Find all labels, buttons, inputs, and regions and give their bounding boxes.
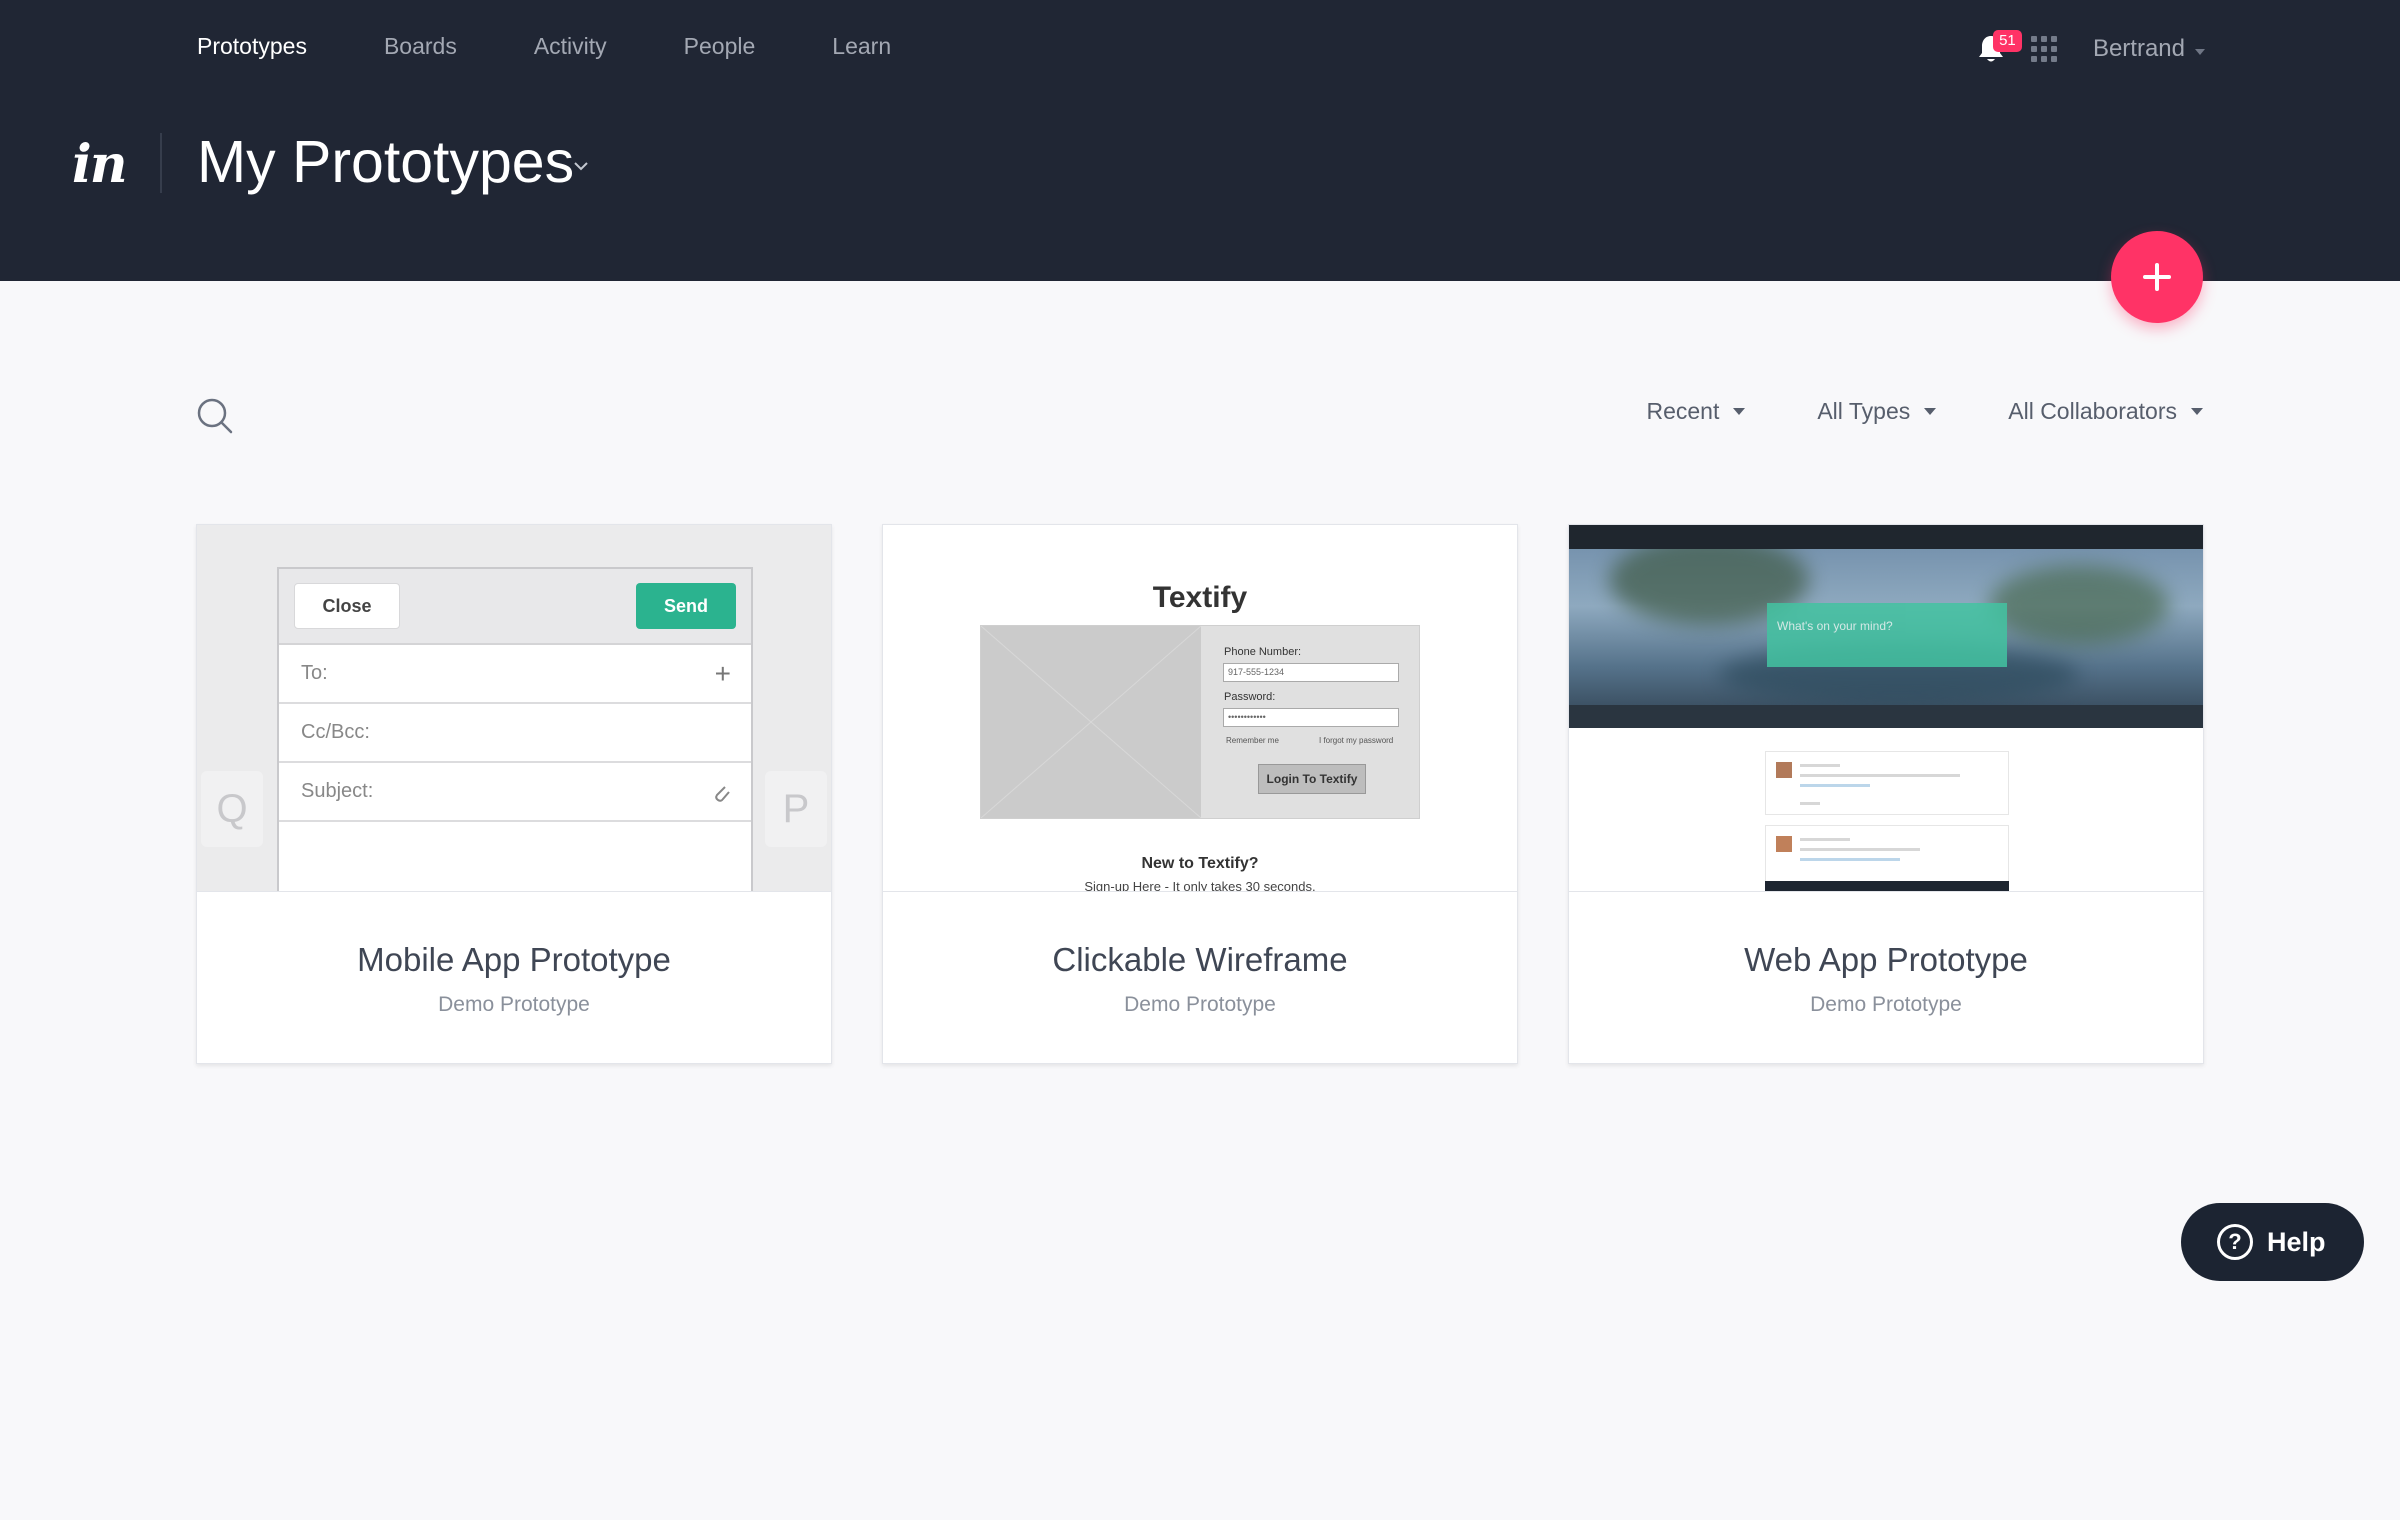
caret-down-icon <box>1733 408 1746 415</box>
preview-close-button: Close <box>294 583 400 629</box>
filter-label: All Types <box>1817 398 1911 424</box>
search-icon[interactable] <box>195 396 235 436</box>
card-title: Web App Prototype <box>1744 941 2028 978</box>
type-filter-dropdown[interactable]: All Types <box>1817 398 1937 425</box>
preview-heading: Textify <box>1152 581 1248 614</box>
caret-down-icon <box>1924 408 1937 415</box>
caret-down-icon <box>2191 408 2203 415</box>
prototype-card-mobile-app[interactable]: Q P Close Send To: + Cc/Bcc: Subject: Mob… <box>196 524 832 1064</box>
nav-item-boards[interactable]: Boards <box>384 33 457 60</box>
notification-count-badge: 51 <box>1992 30 2022 52</box>
user-name: Bertrand <box>2092 35 2185 62</box>
card-subtitle: Demo Prototype <box>1810 993 1962 1016</box>
help-button[interactable]: ? Help <box>2181 1203 2364 1281</box>
nav-item-learn[interactable]: Learn <box>832 33 891 60</box>
chevron-down-icon <box>2195 48 2205 55</box>
web-post-box: What's on your mind? <box>1767 603 2007 667</box>
filter-bar: Recent All Types All Collaborators <box>1574 398 2203 425</box>
user-menu[interactable]: Bertrand <box>2093 35 2205 63</box>
wireframe-login-box: Phone Number: 917-555-1234 Password: •••… <box>980 625 1420 819</box>
keyboard-key: P <box>765 771 827 847</box>
prototype-thumbnail: Q P Close Send To: + Cc/Bcc: Subject: <box>197 525 831 892</box>
preview-signup-text: Sign-up Here - It only takes 30 seconds. <box>1084 879 1316 892</box>
preview-forgot-link: I forgot my password <box>1319 736 1394 745</box>
prototype-thumbnail: Textify Phone Number: 917-555-1234 Passw… <box>883 525 1517 892</box>
card-subtitle: Demo Prototype <box>1124 993 1276 1016</box>
invision-logo[interactable]: in <box>72 134 128 195</box>
preview-to-label: To: <box>301 662 328 684</box>
add-prototype-button[interactable] <box>2111 231 2203 323</box>
notifications-button[interactable]: 51 <box>1975 30 2022 68</box>
preview-password-input: •••••••••••• <box>1223 708 1399 727</box>
filter-label: All Collaborators <box>2008 398 2177 424</box>
user-area: 51 Bertrand <box>1975 30 2205 68</box>
apps-grid-icon[interactable] <box>2030 36 2057 62</box>
web-feed-item <box>1765 751 2009 815</box>
prototype-card-clickable-wireframe[interactable]: Textify Phone Number: 917-555-1234 Passw… <box>882 524 1518 1064</box>
chevron-down-icon[interactable] <box>572 160 590 172</box>
collaborators-filter-dropdown[interactable]: All Collaborators <box>2008 398 2203 425</box>
app-header: Prototypes Boards Activity People Learn … <box>0 0 2400 281</box>
preview-phone-input: 917-555-1234 <box>1223 663 1399 682</box>
preview-password-label: Password: <box>1224 691 1276 703</box>
keyboard-key: Q <box>201 771 263 847</box>
question-icon: ? <box>2217 1224 2253 1260</box>
sort-recent-dropdown[interactable]: Recent <box>1646 398 1746 425</box>
nav-item-activity[interactable]: Activity <box>534 33 607 60</box>
prototype-card-web-app[interactable]: What's on your mind? Web App Prototype D… <box>1568 524 2204 1064</box>
card-title: Mobile App Prototype <box>357 941 671 978</box>
preview-subject-label: Subject: <box>301 780 374 802</box>
preview-send-button: Send <box>636 583 736 629</box>
top-navigation: Prototypes Boards Activity People Learn <box>197 33 968 60</box>
web-feed-item <box>1765 825 2009 889</box>
help-label: Help <box>2267 1226 2326 1257</box>
page-title[interactable]: My Prototypes <box>197 128 574 196</box>
plus-icon: + <box>714 658 731 689</box>
prototype-thumbnail: What's on your mind? <box>1569 525 2203 892</box>
web-tabs <box>1569 705 2203 728</box>
preview-cc-label: Cc/Bcc: <box>301 721 370 743</box>
email-compose-preview: Close Send To: + Cc/Bcc: Subject: <box>277 567 753 891</box>
web-topbar <box>1569 525 2203 549</box>
paperclip-icon <box>715 786 730 802</box>
preview-phone-label: Phone Number: <box>1224 646 1302 658</box>
preview-remember-label: Remember me <box>1226 736 1279 745</box>
preview-login-button: Login To Textify <box>1258 764 1366 794</box>
preview-new-heading: New to Textify? <box>1141 855 1259 872</box>
image-placeholder <box>980 625 1202 819</box>
card-title: Clickable Wireframe <box>1052 941 1348 978</box>
card-subtitle: Demo Prototype <box>438 993 590 1016</box>
nav-item-prototypes[interactable]: Prototypes <box>197 33 307 60</box>
filter-label: Recent <box>1646 398 1720 424</box>
web-hero-image: What's on your mind? <box>1569 525 2203 728</box>
header-divider <box>160 133 162 193</box>
nav-item-people[interactable]: People <box>684 33 756 60</box>
web-post-prompt: What's on your mind? <box>1777 619 1893 633</box>
